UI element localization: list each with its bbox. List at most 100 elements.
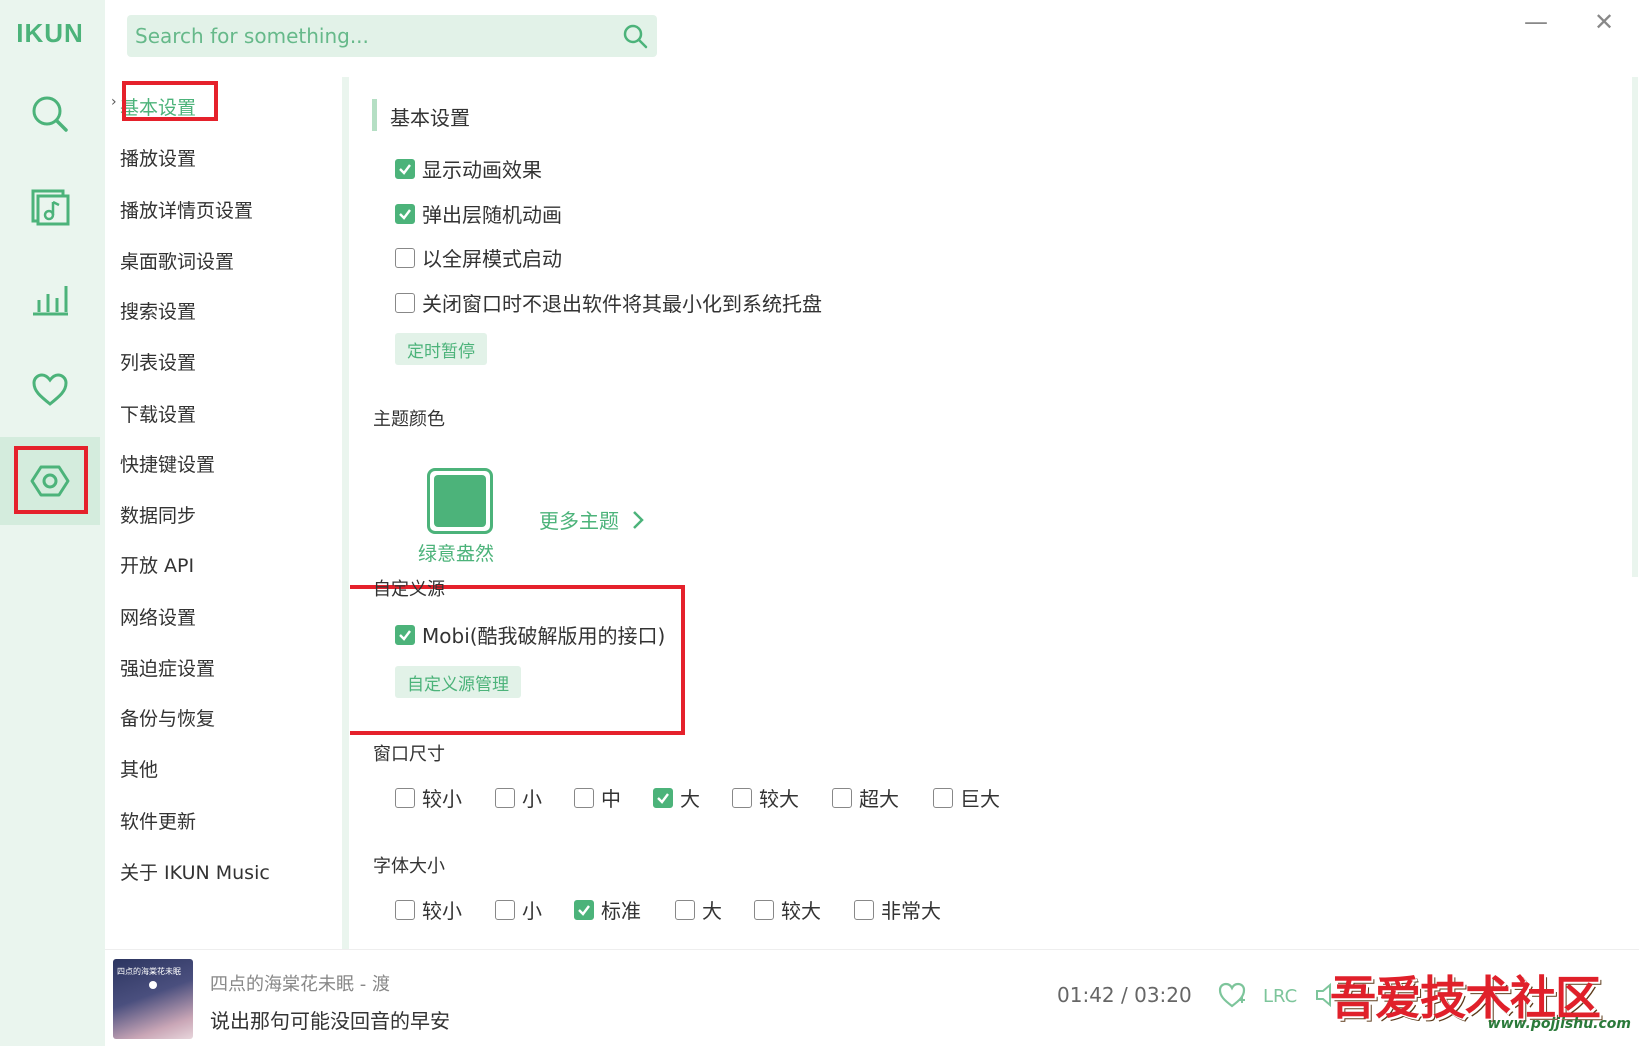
theme-name[interactable]: 绿意盎然 — [418, 539, 494, 566]
checkbox-label: 弹出层随机动画 — [422, 203, 562, 227]
minimize-button[interactable]: — — [1516, 6, 1556, 38]
checkbox-label: 显示动画效果 — [422, 158, 542, 182]
close-button[interactable]: ✕ — [1584, 6, 1624, 38]
content-scrollbar[interactable] — [1632, 77, 1638, 577]
radio-window-huge[interactable]: 巨大 — [933, 783, 1000, 812]
radio-font-larger[interactable]: 较大 — [754, 895, 821, 924]
option-label: 标准 — [601, 899, 641, 923]
radio-font-large[interactable]: 大 — [675, 895, 722, 924]
like-button[interactable] — [1217, 980, 1247, 1010]
custom-source-highlight-box — [350, 585, 685, 735]
search-submit-button[interactable] — [613, 15, 657, 57]
nav-item-hotkey[interactable]: 快捷键设置 — [120, 450, 215, 477]
nav-item-download[interactable]: 下载设置 — [120, 400, 196, 427]
checkbox-label: Mobi(酷我破解版用的接口) — [422, 624, 666, 648]
cover-text: 四点的海棠花未眠 — [117, 967, 181, 976]
checkbox-minimize-to-tray[interactable]: 关闭窗口时不退出软件将其最小化到系统托盘 — [395, 288, 822, 317]
radio-window-medium[interactable]: 中 — [574, 783, 621, 812]
checkbox-random-popup-animation[interactable]: 弹出层随机动画 — [395, 199, 562, 228]
check-icon — [399, 163, 411, 175]
nav-item-update[interactable]: 软件更新 — [120, 807, 196, 834]
nav-item-network[interactable]: 网络设置 — [120, 603, 196, 630]
lrc-button[interactable]: LRC — [1263, 986, 1297, 1007]
radio-font-standard[interactable]: 标准 — [574, 895, 641, 924]
album-cover[interactable]: 四点的海棠花未眠 — [113, 959, 193, 1039]
nav-item-about[interactable]: 关于 IKUN Music — [120, 858, 270, 885]
time-current: 01:42 — [1057, 983, 1115, 1007]
music-list-icon — [31, 189, 70, 226]
checkbox-box — [933, 787, 953, 808]
window-size-title: 窗口尺寸 — [373, 744, 445, 765]
checkbox-box — [653, 787, 673, 808]
checkbox-box — [395, 158, 415, 179]
option-label: 小 — [522, 787, 542, 811]
section-marker — [372, 99, 377, 131]
checkbox-mobi-source[interactable]: Mobi(酷我破解版用的接口) — [395, 620, 665, 649]
more-theme-link[interactable]: 更多主题 — [539, 505, 649, 534]
checkbox-label: 关闭窗口时不退出软件将其最小化到系统托盘 — [422, 292, 822, 316]
nav-item-list[interactable]: 列表设置 — [120, 348, 196, 375]
nav-scrollbar[interactable] — [342, 77, 349, 949]
chart-icon — [33, 286, 68, 316]
play-time: 01:42 / 03:20 — [1057, 983, 1192, 1007]
option-label: 较小 — [422, 787, 462, 811]
option-label: 超大 — [859, 787, 899, 811]
time-separator: / — [1121, 983, 1128, 1007]
radio-window-larger[interactable]: 较大 — [732, 783, 799, 812]
option-label: 非常大 — [881, 899, 941, 923]
checkbox-label: 以全屏模式启动 — [422, 247, 562, 271]
nav-item-sync[interactable]: 数据同步 — [120, 501, 196, 528]
checkbox-box — [495, 899, 515, 920]
search-icon — [32, 96, 68, 132]
checkbox-box — [395, 292, 415, 313]
nav-item-open-api[interactable]: 开放 API — [120, 551, 194, 578]
radio-window-small[interactable]: 小 — [495, 783, 542, 812]
nav-item-other[interactable]: 其他 — [120, 755, 158, 782]
settings-highlight-box — [14, 446, 88, 514]
watermark-url: www.pojjishu.com — [1487, 1016, 1631, 1032]
search-input[interactable] — [135, 24, 613, 48]
check-icon — [657, 792, 669, 804]
song-title[interactable]: 四点的海棠花未眠 - 渡 — [210, 970, 390, 996]
nav-item-desktop-lyric[interactable]: 桌面歌词设置 — [120, 247, 234, 274]
nav-item-playback[interactable]: 播放设置 — [120, 144, 196, 171]
checkbox-box — [495, 787, 515, 808]
checkbox-fullscreen-start[interactable]: 以全屏模式启动 — [395, 243, 562, 272]
checkbox-box — [395, 247, 415, 268]
radio-window-xlarge[interactable]: 超大 — [832, 783, 899, 812]
radio-font-small[interactable]: 小 — [495, 895, 542, 924]
chevron-right-icon — [633, 510, 644, 529]
more-theme-label: 更多主题 — [539, 509, 619, 533]
settings-nav: › 基本设置 播放设置 播放详情页设置 桌面歌词设置 搜索设置 列表设置 下载设… — [105, 77, 340, 949]
radio-window-smaller[interactable]: 较小 — [395, 783, 462, 812]
nav-item-backup[interactable]: 备份与恢复 — [120, 704, 215, 731]
nav-item-play-detail[interactable]: 播放详情页设置 — [120, 196, 253, 223]
rail-favorites-button[interactable] — [0, 346, 100, 434]
rail-search-button[interactable] — [0, 70, 100, 158]
section-title: 基本设置 — [390, 106, 470, 130]
checkbox-show-animation[interactable]: 显示动画效果 — [395, 154, 542, 183]
theme-swatch[interactable] — [427, 468, 493, 534]
check-icon — [578, 904, 590, 916]
custom-source-manage-button[interactable]: 自定义源管理 — [395, 666, 521, 698]
radio-font-very-large[interactable]: 非常大 — [854, 895, 941, 924]
nav-item-search[interactable]: 搜索设置 — [120, 297, 196, 324]
side-rail: IKUN — [0, 0, 105, 1046]
checkbox-box — [574, 787, 594, 808]
rail-leaderboard-button[interactable] — [0, 254, 100, 342]
checkbox-box — [732, 787, 752, 808]
nav-item-ocd[interactable]: 强迫症设置 — [120, 654, 215, 681]
radio-window-large[interactable]: 大 — [653, 783, 700, 812]
radio-font-smaller[interactable]: 较小 — [395, 895, 462, 924]
checkbox-box — [395, 203, 415, 224]
timer-pause-button[interactable]: 定时暂停 — [395, 333, 487, 365]
checkbox-box — [754, 899, 774, 920]
rail-songlist-button[interactable] — [0, 162, 100, 250]
chevron-right-icon: › — [111, 94, 117, 110]
check-icon — [399, 629, 411, 641]
current-lyric: 说出那句可能没回音的早安 — [210, 1009, 450, 1033]
cover-moon — [149, 981, 157, 989]
checkbox-box — [395, 899, 415, 920]
option-label: 巨大 — [960, 787, 1000, 811]
option-label: 较小 — [422, 899, 462, 923]
